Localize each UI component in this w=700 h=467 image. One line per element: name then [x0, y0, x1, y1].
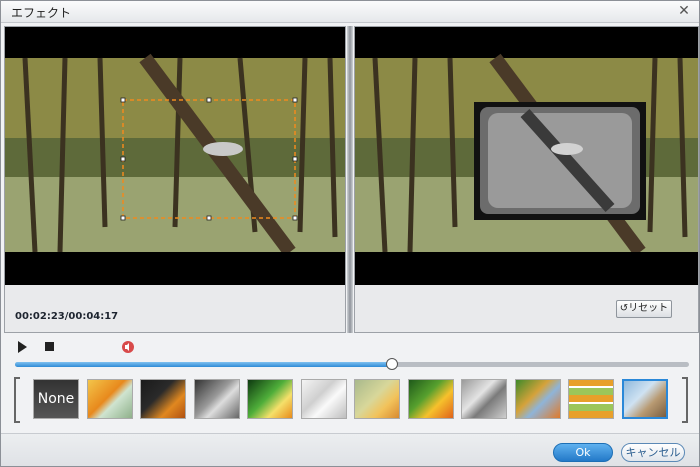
- filter-grayscale[interactable]: [193, 379, 240, 419]
- title-bar: エフェクト ✕: [1, 1, 699, 23]
- filter-vivid[interactable]: [407, 379, 454, 419]
- filter-mosaic[interactable]: [568, 379, 614, 419]
- reset-icon: ↺: [619, 303, 629, 314]
- reset-label: リセット: [628, 303, 669, 314]
- original-video: [5, 27, 345, 285]
- progress-fill: [15, 362, 393, 367]
- volume-muted-icon[interactable]: [121, 340, 135, 354]
- stop-button[interactable]: [45, 342, 54, 351]
- reset-button[interactable]: ↺リセット: [616, 300, 672, 318]
- filter-warm[interactable]: [86, 379, 133, 419]
- close-icon[interactable]: ✕: [677, 4, 691, 18]
- ok-button[interactable]: Ok: [553, 443, 613, 462]
- filter-pixel[interactable]: [514, 379, 561, 419]
- original-video-frame: [5, 27, 345, 285]
- playback-controls: [1, 335, 699, 375]
- output-video: [355, 27, 698, 285]
- filter-none[interactable]: None: [33, 379, 79, 419]
- filter-dark[interactable]: [140, 379, 186, 419]
- effect-dialog: エフェクト ✕ 00:02:23/00:04:17 ↺リセット None Ok …: [0, 0, 700, 467]
- filter-strip-right-bracket: [682, 377, 688, 423]
- window-title: エフェクト: [11, 6, 72, 20]
- cancel-button[interactable]: キャンセル: [621, 443, 685, 462]
- original-preview-pane: 00:02:23/00:04:17: [4, 26, 346, 333]
- pane-divider: [347, 26, 353, 333]
- filter-blur[interactable]: [354, 379, 400, 419]
- progress-handle[interactable]: [386, 358, 399, 370]
- filter-glow[interactable]: [247, 379, 293, 419]
- output-video-frame: [355, 27, 698, 285]
- filter-frame[interactable]: [621, 379, 668, 419]
- output-preview-pane: ↺リセット: [354, 26, 699, 333]
- timecode: 00:02:23/00:04:17: [15, 311, 119, 322]
- filter-strip: None: [11, 375, 691, 427]
- filter-sketch[interactable]: [300, 379, 347, 419]
- play-button[interactable]: [18, 341, 27, 353]
- filter-strip-left-bracket: [14, 377, 20, 423]
- progress-slider[interactable]: [15, 358, 689, 370]
- dialog-button-bar: Ok キャンセル: [1, 433, 699, 466]
- filter-emboss[interactable]: [461, 379, 507, 419]
